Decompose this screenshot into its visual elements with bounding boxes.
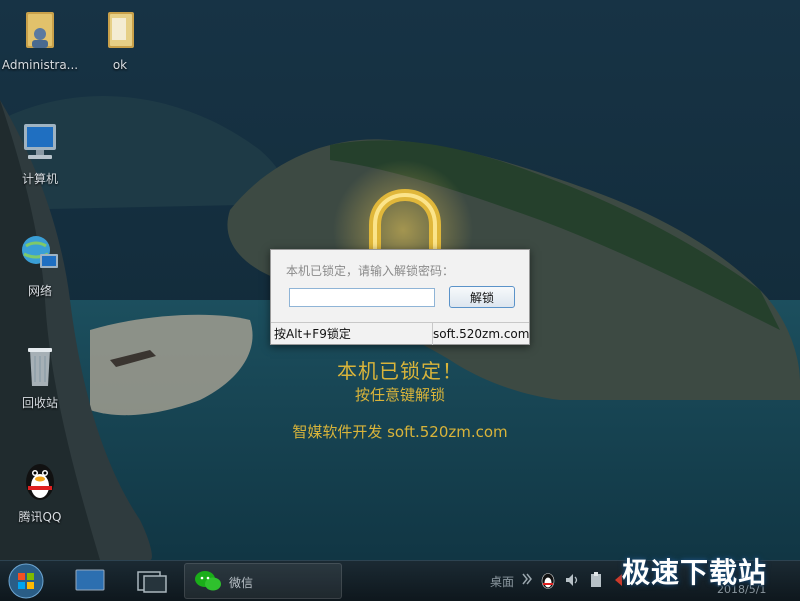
desktop-icon-label: ok [112,58,128,72]
lock-hotkey-hint: 按Alt+F9锁定 [271,323,433,345]
network-icon [22,236,58,268]
unlock-dialog: 本机已锁定，请输入解锁密码： 解锁 按Alt+F9锁定 soft.520zm.c… [270,249,530,345]
desktop-toolbar-label[interactable]: 桌面 [490,573,514,590]
user-folder-icon [26,12,54,48]
desktop-icon-label: Administra... [1,58,79,72]
wechat-taskbar-button[interactable]: 微信 [184,563,342,599]
qq-tray-icon[interactable] [540,571,556,589]
clipboard-tray-icon[interactable] [588,571,604,589]
desktop-icon-administrator[interactable]: Administra... [0,8,80,72]
computer-icon [24,124,56,159]
developer-credit: 智媒软件开发 soft.520zm.com [292,423,508,441]
qq-penguin-icon [26,464,54,500]
password-input[interactable] [289,288,435,307]
wechat-label: 微信 [229,576,254,590]
explorer-taskbar-button[interactable] [132,564,172,598]
desktop-icon-tencent-qq[interactable]: 腾讯QQ [0,456,80,525]
unlock-button[interactable]: 解锁 [449,286,515,308]
start-button[interactable] [4,561,48,601]
desktop-icon-label: 腾讯QQ [18,510,62,524]
press-any-key-hint: 按任意键解锁 [354,386,445,404]
dialog-statusbar: 按Alt+F9锁定 soft.520zm.com [271,322,529,345]
website-label: soft.520zm.com [433,327,530,341]
volume-icon[interactable] [564,572,580,588]
desktop-icon-ok-folder[interactable]: ok [80,8,160,72]
desktop-icon-computer[interactable]: 计算机 [0,120,80,187]
desktop-icon-label: 计算机 [21,172,58,186]
folder-icon [108,12,134,48]
desktop-icon-label: 网络 [27,284,52,298]
desktop-icon-network[interactable]: 网络 [0,232,80,299]
toolbar-chevron-icon[interactable] [521,571,533,587]
locked-title: 本机已锁定！ [337,359,463,383]
unlock-prompt: 本机已锁定，请输入解锁密码： [286,264,455,278]
show-desktop-taskbar-button[interactable] [70,564,110,598]
wechat-icon [195,571,221,591]
site-watermark: 极速下载站 [622,556,768,589]
